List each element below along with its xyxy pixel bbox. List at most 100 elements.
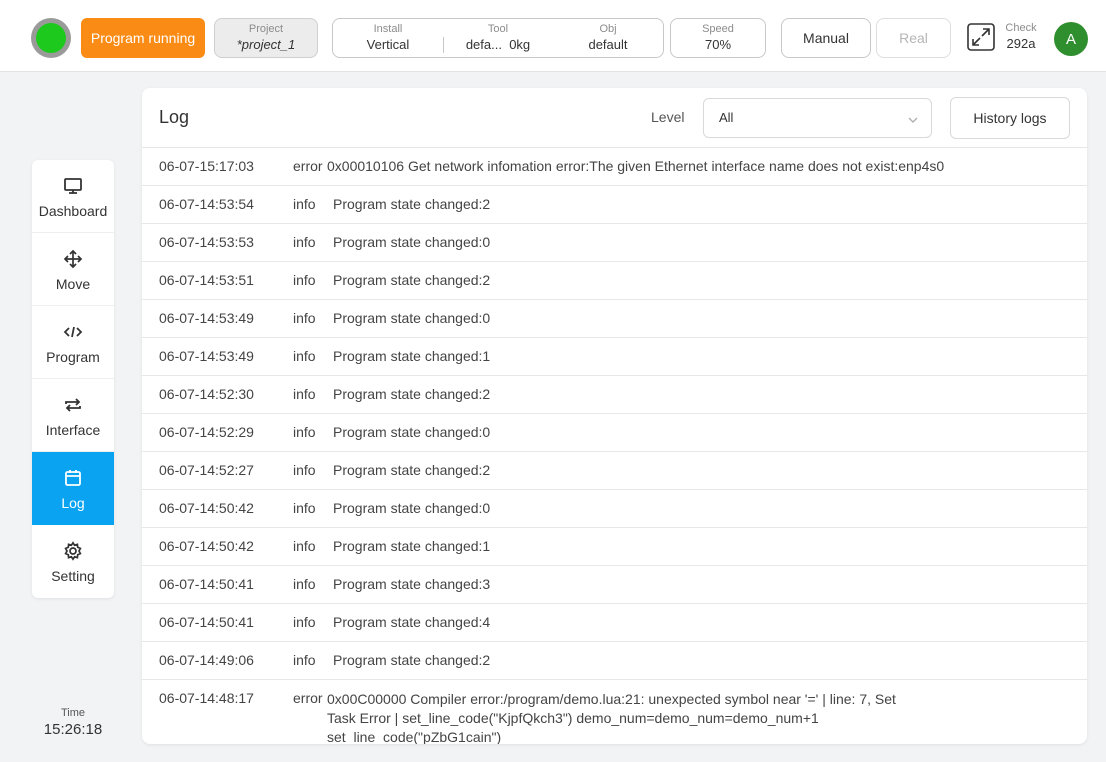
- tool-cell: Tool defa... 0kg: [443, 19, 553, 57]
- log-level: info: [293, 196, 316, 212]
- log-time: 06-07-14:53:54: [159, 196, 254, 212]
- install-value: Vertical: [366, 37, 410, 52]
- log-message: Program state changed:0: [333, 424, 491, 440]
- log-time: 06-07-14:48:17: [159, 690, 254, 706]
- log-row: 06-07-14:48:17 error 0x00C00000 Compiler…: [142, 680, 1087, 744]
- log-message: Program state changed:3: [333, 576, 491, 592]
- project-value: *project_1: [236, 37, 296, 52]
- log-time: 06-07-14:50:42: [159, 538, 254, 554]
- log-time: 06-07-15:17:03: [159, 158, 254, 174]
- log-list: 06-07-15:17:03 error 0x00010106 Get netw…: [142, 148, 1087, 744]
- install-label: Install: [373, 23, 403, 35]
- log-level: info: [293, 234, 316, 250]
- log-row: 06-07-14:49:06 info Program state change…: [142, 642, 1087, 680]
- log-message: Program state changed:4: [333, 614, 491, 630]
- log-level: info: [293, 500, 316, 516]
- log-level: info: [293, 272, 316, 288]
- time-label: Time: [60, 707, 86, 719]
- install-cell: Install Vertical: [333, 19, 443, 57]
- project-cell: Project *project_1: [215, 19, 317, 57]
- level-select[interactable]: All: [703, 98, 932, 138]
- log-message: Program state changed:0: [333, 234, 491, 250]
- log-level: info: [293, 462, 316, 478]
- time-value: 15:26:18: [43, 721, 103, 738]
- project-label: Project: [248, 23, 284, 35]
- user-avatar[interactable]: A: [1054, 22, 1088, 56]
- log-time: 06-07-14:52:27: [159, 462, 254, 478]
- log-level: info: [293, 424, 316, 440]
- status-dot: [36, 23, 66, 53]
- log-message: Program state changed:0: [333, 500, 491, 516]
- log-level: error: [293, 158, 323, 174]
- obj-label: Obj: [599, 23, 617, 35]
- log-level: info: [293, 576, 316, 592]
- log-message: Program state changed:1: [333, 538, 491, 554]
- obj-cell: Obj default: [553, 19, 663, 57]
- sidebar-item-move[interactable]: Move: [32, 233, 114, 306]
- log-time: 06-07-14:53:53: [159, 234, 254, 250]
- status-indicator-light: [31, 18, 71, 58]
- log-level: info: [293, 386, 316, 402]
- log-level: info: [293, 348, 316, 364]
- speed-cell: Speed 70%: [671, 19, 765, 57]
- log-row: 06-07-14:50:41 info Program state change…: [142, 566, 1087, 604]
- log-row: 06-07-14:52:29 info Program state change…: [142, 414, 1087, 452]
- log-level: info: [293, 538, 316, 554]
- sidebar-item-label: Interface: [45, 421, 101, 438]
- sidebar-item-setting[interactable]: Setting: [32, 525, 114, 598]
- check-value: 292a: [1006, 36, 1036, 51]
- log-time: 06-07-14:53:51: [159, 272, 254, 288]
- log-row: 06-07-14:53:49 info Program state change…: [142, 300, 1087, 338]
- log-row: 06-07-14:53:51 info Program state change…: [142, 262, 1087, 300]
- log-message: Program state changed:2: [333, 196, 491, 212]
- sidebar-item-label: Program: [46, 348, 100, 365]
- log-row: 06-07-14:53:54 info Program state change…: [142, 186, 1087, 224]
- log-row: 06-07-15:17:03 error 0x00010106 Get netw…: [142, 148, 1087, 186]
- log-time: 06-07-14:53:49: [159, 310, 254, 326]
- log-time: 06-07-14:52:30: [159, 386, 254, 402]
- program-running-button[interactable]: Program running: [81, 18, 205, 58]
- log-row: 06-07-14:50:42 info Program state change…: [142, 528, 1087, 566]
- tool-value-row: defa... 0kg: [466, 36, 530, 53]
- speed-selector[interactable]: Speed 70%: [670, 18, 766, 58]
- sidebar-item-program[interactable]: Program: [32, 306, 114, 379]
- check-status: Check 292a: [1001, 22, 1041, 54]
- tool-value: defa...: [465, 37, 502, 52]
- sidebar-item-log[interactable]: Log: [32, 452, 114, 525]
- log-level: info: [293, 652, 316, 668]
- sidebar-nav: Dashboard Move Program Interface Log Set…: [32, 160, 114, 598]
- log-panel: Log Level All History logs 06-07-15:17:0…: [142, 88, 1087, 744]
- install-tool-obj-group[interactable]: Install Vertical Tool defa... 0kg Obj de…: [332, 18, 664, 58]
- manual-button[interactable]: Manual: [781, 18, 871, 58]
- real-button[interactable]: Real: [876, 18, 951, 58]
- log-time: 06-07-14:50:41: [159, 576, 254, 592]
- swap-arrows-icon: [63, 393, 83, 417]
- sidebar-item-label: Dashboard: [38, 202, 108, 219]
- log-message: Program state changed:2: [333, 652, 491, 668]
- code-icon: [63, 320, 83, 344]
- log-row: 06-07-14:50:41 info Program state change…: [142, 604, 1087, 642]
- log-level: info: [293, 310, 316, 326]
- log-time: 06-07-14:49:06: [159, 652, 254, 668]
- monitor-icon: [63, 174, 83, 198]
- level-select-value: All: [719, 110, 734, 125]
- sidebar-item-dashboard[interactable]: Dashboard: [32, 160, 114, 233]
- log-message: 0x00010106 Get network infomation error:…: [327, 158, 945, 174]
- sidebar-item-label: Move: [55, 275, 91, 292]
- sidebar-item-interface[interactable]: Interface: [32, 379, 114, 452]
- chevron-down-icon: [907, 113, 919, 131]
- log-time: 06-07-14:53:49: [159, 348, 254, 364]
- log-message: Program state changed:0: [333, 310, 491, 326]
- fullscreen-expand-icon[interactable]: [966, 22, 996, 52]
- log-row: 06-07-14:53:49 info Program state change…: [142, 338, 1087, 376]
- project-selector[interactable]: Project *project_1: [214, 18, 318, 58]
- log-message: Program state changed:2: [333, 272, 491, 288]
- log-header: Log Level All History logs: [142, 88, 1087, 148]
- clock: Time 15:26:18: [32, 706, 114, 740]
- check-label: Check: [1005, 22, 1037, 34]
- log-row: 06-07-14:50:42 info Program state change…: [142, 490, 1087, 528]
- history-logs-button[interactable]: History logs: [950, 97, 1070, 139]
- tool-label: Tool: [487, 23, 509, 35]
- log-time: 06-07-14:50:42: [159, 500, 254, 516]
- log-row: 06-07-14:52:27 info Program state change…: [142, 452, 1087, 490]
